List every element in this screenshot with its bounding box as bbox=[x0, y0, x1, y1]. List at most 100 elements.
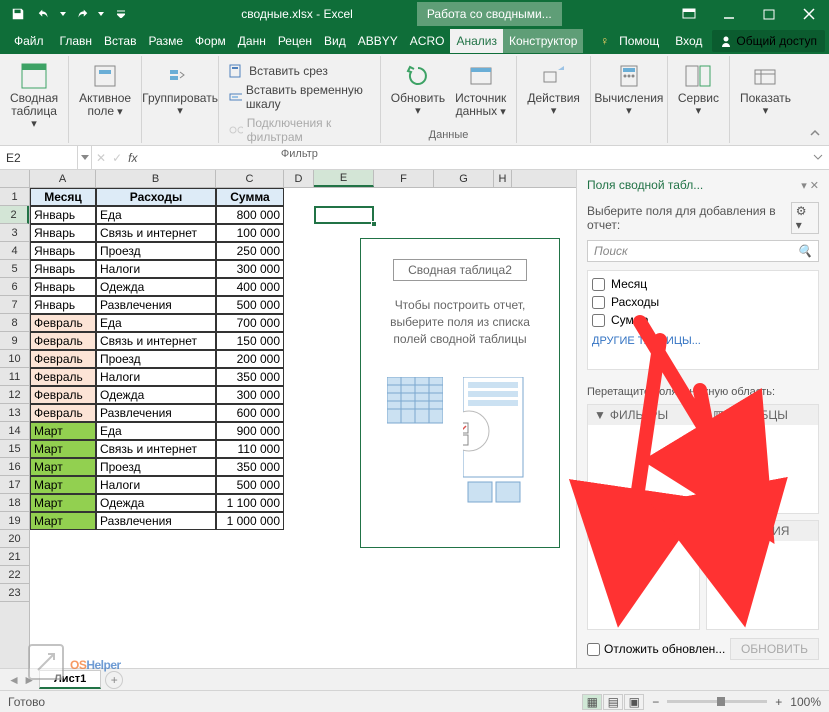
share-button[interactable]: Общий доступ bbox=[712, 30, 825, 52]
table-cell[interactable]: 400 000 bbox=[216, 278, 284, 296]
page-break-view-icon[interactable]: ▣ bbox=[624, 694, 644, 710]
undo-icon[interactable] bbox=[32, 3, 56, 25]
table-cell[interactable]: Налоги bbox=[96, 260, 216, 278]
table-cell[interactable]: 500 000 bbox=[216, 476, 284, 494]
zone-rows[interactable]: ☰СТРОКИ bbox=[587, 520, 700, 630]
table-cell[interactable]: 700 000 bbox=[216, 314, 284, 332]
table-cell[interactable]: 1 000 000 bbox=[216, 512, 284, 530]
table-cell[interactable]: Февраль bbox=[30, 386, 96, 404]
name-box[interactable]: E2 bbox=[0, 146, 78, 169]
minimize-icon[interactable] bbox=[709, 0, 749, 28]
table-cell[interactable]: Февраль bbox=[30, 368, 96, 386]
selected-cell[interactable] bbox=[314, 206, 374, 224]
column-header[interactable]: C bbox=[216, 170, 284, 187]
tab-review[interactable]: Рецен bbox=[272, 29, 318, 53]
table-cell[interactable]: Одежда bbox=[96, 278, 216, 296]
table-cell[interactable]: Развлечения bbox=[96, 512, 216, 530]
insert-timeline-button[interactable]: Вставить временную шкалу bbox=[225, 81, 374, 113]
normal-view-icon[interactable]: ▦ bbox=[582, 694, 602, 710]
row-header[interactable]: 21 bbox=[0, 548, 29, 566]
row-header[interactable]: 6 bbox=[0, 278, 29, 296]
tell-me[interactable]: Помощ bbox=[613, 29, 665, 53]
table-cell[interactable]: Налоги bbox=[96, 368, 216, 386]
tab-file[interactable]: Файл bbox=[4, 29, 54, 53]
table-cell[interactable]: 250 000 bbox=[216, 242, 284, 260]
row-header[interactable]: 2 bbox=[0, 206, 29, 224]
table-cell[interactable]: 1 100 000 bbox=[216, 494, 284, 512]
table-cell[interactable]: Проезд bbox=[96, 350, 216, 368]
table-cell[interactable]: Проезд bbox=[96, 242, 216, 260]
table-cell[interactable]: Январь bbox=[30, 242, 96, 260]
table-cell[interactable]: 350 000 bbox=[216, 458, 284, 476]
qat-customize-icon[interactable] bbox=[114, 3, 128, 25]
table-cell[interactable]: Март bbox=[30, 440, 96, 458]
table-cell[interactable]: Январь bbox=[30, 260, 96, 278]
table-cell[interactable]: Развлечения bbox=[96, 296, 216, 314]
table-cell[interactable]: 150 000 bbox=[216, 332, 284, 350]
field-item-expenses[interactable]: Расходы bbox=[592, 293, 814, 311]
tab-layout[interactable]: Разме bbox=[142, 29, 189, 53]
field-item-sum[interactable]: Сумма bbox=[592, 311, 814, 329]
table-cell[interactable]: Еда bbox=[96, 206, 216, 224]
table-cell[interactable]: Проезд bbox=[96, 458, 216, 476]
table-cell[interactable]: Одежда bbox=[96, 494, 216, 512]
refresh-button[interactable]: Обновить ▾ bbox=[387, 58, 449, 119]
column-header[interactable]: H bbox=[494, 170, 512, 187]
row-header[interactable]: 19 bbox=[0, 512, 29, 530]
row-header[interactable]: 12 bbox=[0, 386, 29, 404]
tab-abbyy[interactable]: ABBYY bbox=[352, 29, 404, 53]
spreadsheet-grid[interactable]: ABCDEFGH 1234567891011121314151617181920… bbox=[0, 170, 576, 668]
group-button[interactable]: Группировать ▾ bbox=[148, 58, 212, 119]
tools-button[interactable]: Сервис ▾ bbox=[674, 58, 723, 119]
table-cell[interactable]: Связь и интернет bbox=[96, 224, 216, 242]
row-header[interactable]: 4 bbox=[0, 242, 29, 260]
redo-icon[interactable] bbox=[70, 3, 94, 25]
zone-filters[interactable]: ▼ФИЛЬТРЫ bbox=[587, 404, 700, 514]
column-header[interactable]: F bbox=[374, 170, 434, 187]
qat-dropdown-icon[interactable] bbox=[96, 3, 106, 25]
row-header[interactable]: 18 bbox=[0, 494, 29, 512]
row-header[interactable]: 3 bbox=[0, 224, 29, 242]
row-header[interactable]: 1 bbox=[0, 188, 29, 206]
row-header[interactable]: 15 bbox=[0, 440, 29, 458]
row-header[interactable]: 16 bbox=[0, 458, 29, 476]
ribbon-display-icon[interactable] bbox=[669, 0, 709, 28]
other-tables-link[interactable]: ДРУГИЕ ТАБЛИЦЫ... bbox=[592, 329, 814, 347]
table-cell[interactable]: 110 000 bbox=[216, 440, 284, 458]
table-cell[interactable]: Март bbox=[30, 494, 96, 512]
close-icon[interactable] bbox=[789, 0, 829, 28]
table-cell[interactable]: 600 000 bbox=[216, 404, 284, 422]
table-cell[interactable]: Февраль bbox=[30, 404, 96, 422]
column-header[interactable]: A bbox=[30, 170, 96, 187]
formula-expand-icon[interactable] bbox=[807, 151, 829, 165]
row-header[interactable]: 13 bbox=[0, 404, 29, 422]
table-cell[interactable]: 200 000 bbox=[216, 350, 284, 368]
table-header-cell[interactable]: Сумма bbox=[216, 188, 284, 206]
tab-insert[interactable]: Встав bbox=[98, 29, 142, 53]
table-cell[interactable]: Развлечения bbox=[96, 404, 216, 422]
tab-home[interactable]: Главн bbox=[54, 29, 99, 53]
tab-design[interactable]: Конструктор bbox=[503, 29, 583, 53]
table-cell[interactable]: Март bbox=[30, 458, 96, 476]
select-all-corner[interactable] bbox=[0, 170, 30, 187]
actions-button[interactable]: Действия ▾ bbox=[523, 58, 584, 119]
tab-view[interactable]: Вид bbox=[318, 29, 352, 53]
zoom-slider[interactable] bbox=[667, 700, 767, 703]
row-header[interactable]: 8 bbox=[0, 314, 29, 332]
page-layout-view-icon[interactable]: ▤ bbox=[603, 694, 623, 710]
gear-icon[interactable]: ⚙ ▾ bbox=[791, 202, 819, 234]
row-header[interactable]: 9 bbox=[0, 332, 29, 350]
row-header[interactable]: 14 bbox=[0, 422, 29, 440]
zoom-level[interactable]: 100% bbox=[790, 695, 821, 709]
field-item-month[interactable]: Месяц bbox=[592, 275, 814, 293]
table-cell[interactable]: Январь bbox=[30, 278, 96, 296]
defer-update-checkbox[interactable]: Отложить обновлен... bbox=[587, 642, 725, 656]
collapse-ribbon-icon[interactable] bbox=[809, 127, 821, 139]
table-cell[interactable]: Январь bbox=[30, 224, 96, 242]
insert-slicer-button[interactable]: Вставить срез bbox=[225, 62, 374, 80]
column-header[interactable]: E bbox=[314, 170, 374, 187]
table-cell[interactable]: Еда bbox=[96, 314, 216, 332]
pivot-placeholder[interactable]: Сводная таблица2 Чтобы построить отчет, … bbox=[360, 238, 560, 548]
table-cell[interactable]: 800 000 bbox=[216, 206, 284, 224]
pivot-table-button[interactable]: Сводная таблица ▾ bbox=[6, 58, 62, 132]
